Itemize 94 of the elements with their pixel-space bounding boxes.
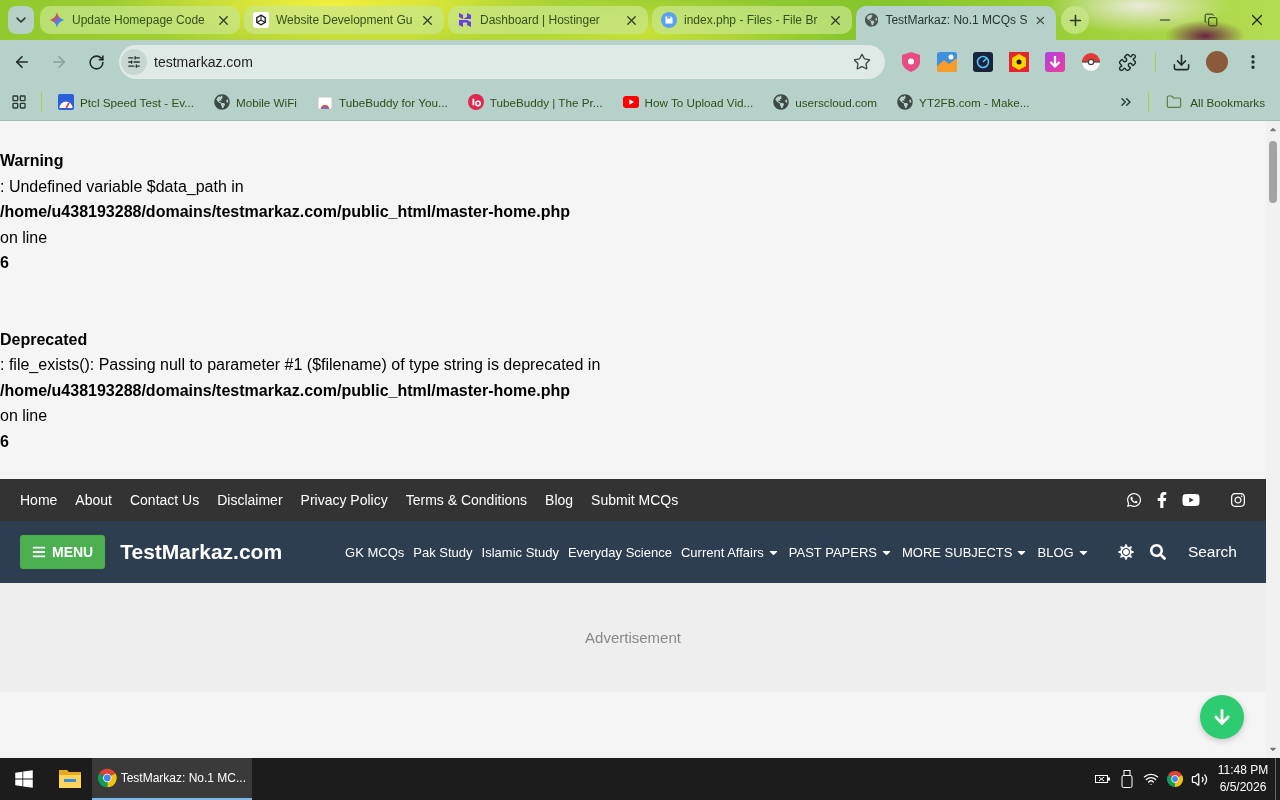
restore-icon[interactable] xyxy=(1204,13,1218,27)
hexagon-knot-icon xyxy=(253,12,269,28)
nav-link[interactable]: Terms & Conditions xyxy=(405,492,528,508)
site-info-button[interactable] xyxy=(121,49,147,75)
browser-tab[interactable]: Update Homepage Code xyxy=(40,6,240,34)
nav-link[interactable]: Everyday Science xyxy=(567,544,672,560)
bookmark-link[interactable]: YT2FB.com - Make... xyxy=(891,88,1036,116)
error-line-label: on line xyxy=(0,227,49,248)
scrollbar-track[interactable] xyxy=(1266,121,1280,758)
chat-bubble-icon[interactable] xyxy=(1126,492,1142,508)
ad-label: Advertisement xyxy=(585,629,681,646)
folder-icon xyxy=(1166,94,1183,110)
nav-link[interactable]: Blog xyxy=(545,492,574,508)
error-file-path: /home/u438193288/domains/testmarkaz.com/public_html/master-home.php xyxy=(0,380,571,401)
globe-icon xyxy=(773,94,790,110)
puzzle-icon[interactable] xyxy=(1117,52,1137,72)
speaker-icon[interactable] xyxy=(1190,770,1208,788)
error-severity: Deprecated xyxy=(0,329,89,350)
bookmark-link[interactable]: TubeBuddy for You... xyxy=(310,88,454,116)
error-file-path: /home/u438193288/domains/testmarkaz.com/public_html/master-home.php xyxy=(0,202,571,222)
browser-tab[interactable]: index.php - Files - File Br xyxy=(652,6,852,34)
site-logo[interactable]: TestMarkaz.com xyxy=(120,540,283,564)
nav-link[interactable]: MORE SUBJECTS xyxy=(901,544,1029,560)
globe-icon xyxy=(213,94,230,110)
error-line-label: on line xyxy=(0,406,49,426)
error-message: : Undefined variable $data_path in xyxy=(0,176,245,197)
sliders-icon xyxy=(127,55,141,69)
disk-icon xyxy=(661,12,677,28)
nav-link[interactable]: Privacy Policy xyxy=(300,492,388,508)
speedometer-icon xyxy=(58,94,74,110)
camera-icon[interactable] xyxy=(1230,492,1246,508)
globe-icon xyxy=(897,94,914,110)
nav-link[interactable]: BLOG xyxy=(1037,544,1090,560)
browser-tab[interactable]: TestMarkaz: No.1 MCQs S xyxy=(856,6,1056,40)
taskbar-app-button[interactable]: TestMarkaz: No.1 MC... xyxy=(92,758,252,800)
nav-link[interactable]: Submit MCQs xyxy=(591,492,679,508)
error-line-number: 6 xyxy=(0,253,10,273)
usb-drive-icon[interactable] xyxy=(1121,770,1133,788)
shopping-bag-icon xyxy=(316,94,333,110)
clock-date[interactable]: 6/5/2026 xyxy=(1219,779,1267,796)
ball-icon[interactable] xyxy=(1082,53,1100,71)
download-tile-icon[interactable] xyxy=(1045,52,1065,72)
browser-icon xyxy=(98,766,117,790)
nav-link[interactable]: Current Affairs xyxy=(680,544,780,560)
nav-link[interactable]: Disclaimer xyxy=(217,492,283,508)
round-logo-icon xyxy=(467,94,484,110)
hexagon-tile-icon[interactable] xyxy=(1009,52,1029,72)
globe-icon xyxy=(865,12,879,28)
picture-tile-icon[interactable] xyxy=(937,52,957,72)
nav-link[interactable]: Home xyxy=(20,492,58,508)
arrow-down-icon xyxy=(1213,708,1231,726)
bookmark-link[interactable]: TubeBuddy | The Pr... xyxy=(461,88,609,116)
bookmark-star-icon[interactable] xyxy=(853,53,871,71)
play-button-icon xyxy=(622,96,639,108)
bookmark-link[interactable]: How To Upload Vid... xyxy=(616,88,760,116)
new-tab-button[interactable] xyxy=(1061,6,1089,34)
nav-link[interactable]: GK MCQs xyxy=(345,544,405,560)
start-icon[interactable] xyxy=(14,769,34,789)
clock-time[interactable]: 11:48 PM xyxy=(1217,762,1269,779)
tab-list-button[interactable] xyxy=(8,6,34,34)
scrollbar-thumb[interactable] xyxy=(1269,141,1277,203)
gauge-tile-icon[interactable] xyxy=(973,52,993,72)
sparkle-icon xyxy=(49,12,65,28)
search-link[interactable]: Search xyxy=(1187,543,1237,561)
error-message: : file_exists(): Passing null to parameter #1 ($filename) of type string is deprecated in xyxy=(0,355,602,375)
block-logo-icon xyxy=(457,12,473,28)
shield-icon[interactable] xyxy=(902,52,920,72)
avatar-icon[interactable] xyxy=(1206,51,1228,73)
nav-link[interactable]: Islamic Study xyxy=(481,544,559,560)
reload-icon[interactable] xyxy=(87,53,105,71)
play-button-icon[interactable] xyxy=(1182,491,1200,509)
address-bar[interactable]: testmarkaz.com xyxy=(119,45,885,79)
search-icon[interactable] xyxy=(1149,544,1166,560)
apps-grid-icon[interactable] xyxy=(11,94,27,110)
bookmark-link[interactable]: Ptcl Speed Test - Ev... xyxy=(52,88,200,116)
download-icon[interactable] xyxy=(1171,52,1191,72)
error-line-number: 6 xyxy=(0,431,10,452)
browser-tab[interactable]: Website Development Gu xyxy=(244,6,444,34)
nav-link[interactable]: About xyxy=(75,492,112,508)
sun-icon[interactable] xyxy=(1117,544,1134,560)
wifi-icon[interactable] xyxy=(1143,771,1159,787)
url-input[interactable]: testmarkaz.com xyxy=(154,52,845,72)
nav-link[interactable]: PAST PAPERS xyxy=(788,544,893,560)
bookmark-link[interactable]: userscloud.com xyxy=(767,88,884,116)
battery-icon[interactable] xyxy=(1095,773,1111,785)
bookmark-link[interactable]: Mobile WiFi xyxy=(207,88,303,116)
nav-link[interactable]: Contact Us xyxy=(129,492,200,508)
menu-icon xyxy=(32,545,46,559)
nav-link[interactable]: Pak Study xyxy=(413,544,473,560)
folder-icon[interactable] xyxy=(58,769,82,789)
browser-tab[interactable]: Dashboard | Hostinger xyxy=(448,6,648,34)
browser-icon[interactable] xyxy=(1167,771,1183,787)
all-bookmarks-button[interactable]: All Bookmarks xyxy=(1160,88,1271,116)
error-severity: Warning xyxy=(0,151,65,171)
